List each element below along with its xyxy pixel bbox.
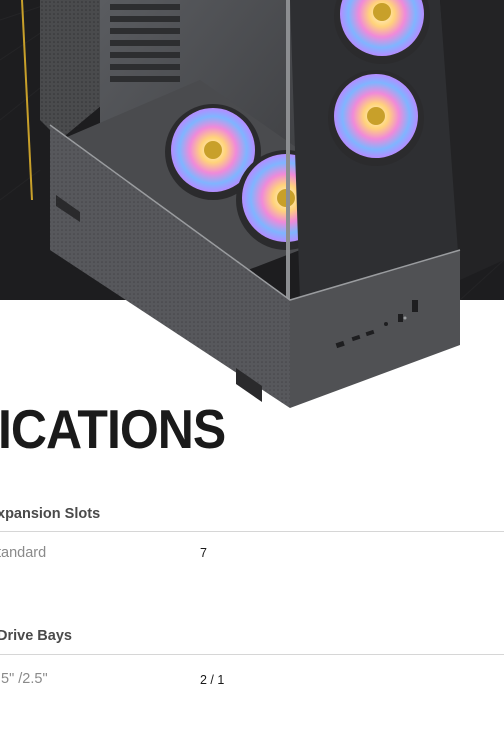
hero-product-image bbox=[0, 0, 504, 300]
spec-group-title-expansion-slots: xpansion Slots bbox=[0, 506, 101, 522]
pc-case-illustration bbox=[0, 0, 504, 300]
usb-port-icon bbox=[335, 322, 388, 349]
rgb-fan-icon bbox=[328, 70, 424, 166]
spec-label: tandard bbox=[0, 545, 47, 561]
spec-value: 2 / 1 bbox=[200, 673, 225, 687]
power-button-icon bbox=[398, 300, 418, 322]
spec-divider bbox=[0, 654, 504, 655]
spec-divider bbox=[0, 531, 504, 532]
specifications-heading: ICATIONS bbox=[0, 398, 226, 461]
spec-label: .5" /2.5" bbox=[0, 671, 48, 687]
spec-group-title-drive-bays: Drive Bays bbox=[0, 628, 72, 644]
spec-value: 7 bbox=[200, 546, 207, 560]
